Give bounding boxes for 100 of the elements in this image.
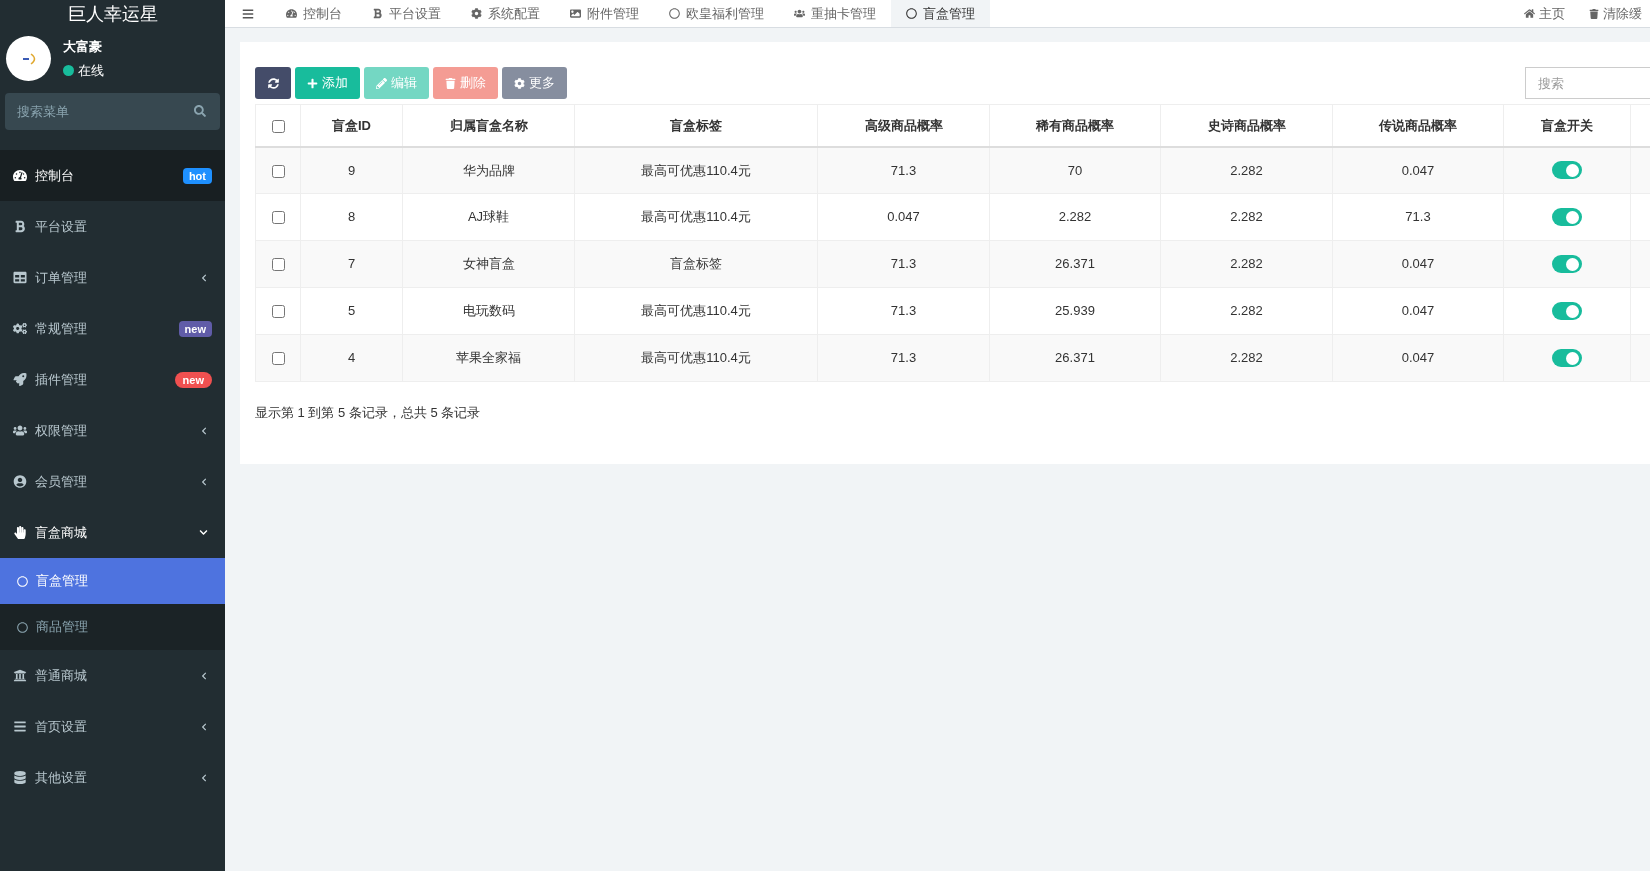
table-cell: 2.282 <box>1160 146 1333 194</box>
image-icon <box>570 8 581 19</box>
pencil-icon <box>376 77 387 89</box>
nav-tab[interactable]: 控制台 <box>271 0 357 27</box>
nav-tab[interactable]: 平台设置 <box>357 0 456 27</box>
badge: new <box>178 320 212 337</box>
table-cell: 0.047 <box>1332 287 1504 335</box>
nav-tab[interactable]: 盲盒管理 <box>891 0 990 27</box>
table-cell: 最高可优惠110.4元 <box>574 146 818 194</box>
hand-icon <box>13 526 27 539</box>
menu-icon <box>13 720 27 733</box>
nav-tab[interactable]: 欧皇福利管理 <box>654 0 779 27</box>
chevron-left-icon <box>200 722 208 731</box>
column-header: 高级商品概率 <box>817 104 990 147</box>
table-cell: 2.282 <box>1160 334 1333 382</box>
column-header: 盲盒开关 <box>1503 104 1631 147</box>
menu-search-field[interactable]: 搜索菜单 <box>5 93 220 130</box>
sidebar-subitem[interactable]: 盲盒管理 <box>0 558 225 604</box>
table-cell: 71.3 <box>817 334 990 382</box>
table-cell: 盲盒标签 <box>574 240 818 288</box>
row-checkbox[interactable] <box>271 258 285 272</box>
nav-tab[interactable]: 附件管理 <box>555 0 654 27</box>
table-cell: 2.282 <box>1160 193 1333 241</box>
chevron-down-icon <box>199 528 208 537</box>
chevron-left-icon <box>200 273 208 282</box>
badge: new <box>174 371 212 388</box>
refresh-button[interactable] <box>255 67 291 99</box>
table-icon <box>13 271 27 284</box>
nav-tab[interactable]: 重抽卡管理 <box>779 0 891 27</box>
table-cell: 71.3 <box>817 240 990 288</box>
avatar <box>6 36 51 81</box>
sidebar-item[interactable]: 权限管理 <box>0 405 225 456</box>
trash-icon <box>445 77 456 89</box>
table-cell: 71.3 <box>817 146 990 194</box>
dashboard-icon <box>286 8 297 19</box>
bank-icon <box>13 669 27 682</box>
sidebar-item[interactable]: 首页设置 <box>0 701 225 752</box>
table-cell: 最高可优惠110.4元 <box>574 193 818 241</box>
table-cell: 0.047 <box>1332 334 1504 382</box>
table-cell: 苹果全家福 <box>402 334 575 382</box>
table-cell: 电玩数码 <box>402 287 575 335</box>
gears-icon <box>13 322 27 335</box>
sidebar-item[interactable]: 其他设置 <box>0 752 225 803</box>
column-header: 盲盒标签 <box>574 104 818 147</box>
trash-icon <box>1589 8 1599 19</box>
logo-title: 巨人幸运星 <box>67 4 158 24</box>
chevron-left-icon <box>200 773 208 782</box>
sidebar-item[interactable]: 普通商城 <box>0 650 225 701</box>
toggle-switch[interactable] <box>1552 349 1582 367</box>
table-cell: 7 <box>300 240 403 288</box>
toggle-switch[interactable] <box>1552 302 1582 320</box>
table-cell: 26.371 <box>989 240 1161 288</box>
sidebar-item[interactable]: 控制台 hot <box>0 150 225 201</box>
search-field[interactable]: 搜索 <box>1525 67 1650 99</box>
plus-icon <box>307 77 318 89</box>
header-link[interactable]: 清除缓 <box>1589 3 1642 24</box>
refresh-icon <box>267 77 279 89</box>
row-checkbox[interactable] <box>271 164 285 178</box>
table-cell: 华为品牌 <box>402 146 575 194</box>
bold-b-icon <box>372 8 383 19</box>
gear-icon <box>514 77 525 89</box>
nav-tab[interactable]: 系统配置 <box>456 0 555 27</box>
column-header: 归属盲盒名称 <box>402 104 575 147</box>
table-cell: 2.282 <box>989 193 1161 241</box>
sidebar-item[interactable]: 插件管理 new <box>0 354 225 405</box>
column-header: 史诗商品概率 <box>1160 104 1333 147</box>
gear-icon <box>471 8 482 19</box>
bold-b-icon <box>13 220 27 233</box>
row-checkbox[interactable] <box>271 305 285 319</box>
header-link[interactable]: 主页 <box>1524 3 1565 24</box>
table-cell: 8 <box>300 193 403 241</box>
sidebar-item[interactable]: 订单管理 <box>0 252 225 303</box>
menu-icon[interactable] <box>242 7 254 20</box>
row-checkbox[interactable] <box>271 352 285 366</box>
column-header: 盲盒ID <box>300 104 403 147</box>
sidebar-item[interactable]: 会员管理 <box>0 456 225 507</box>
table-cell: 25.939 <box>989 287 1161 335</box>
pagination-info: 显示第 1 到第 5 条记录，总共 5 条记录 <box>255 405 481 420</box>
home-icon <box>1524 8 1535 19</box>
database-icon <box>13 771 27 784</box>
toggle-switch[interactable] <box>1552 208 1582 226</box>
column-header: 稀有商品概率 <box>989 104 1161 147</box>
chevron-left-icon <box>200 426 208 435</box>
table-cell: 26.371 <box>989 334 1161 382</box>
toggle-switch[interactable] <box>1552 255 1582 273</box>
more-button[interactable]: 更多 <box>502 67 567 99</box>
table-cell: 最高可优惠110.4元 <box>574 287 818 335</box>
toggle-switch[interactable] <box>1552 161 1582 180</box>
table-cell: 0.047 <box>1332 240 1504 288</box>
table-cell: 0.047 <box>1332 146 1504 194</box>
select-all-checkbox[interactable] <box>271 119 285 133</box>
sidebar-item[interactable]: 盲盒商城 <box>0 507 225 558</box>
sidebar-item[interactable]: 平台设置 <box>0 201 225 252</box>
row-checkbox[interactable] <box>271 211 285 225</box>
dashboard-icon <box>13 169 27 182</box>
users-icon <box>13 424 27 437</box>
sidebar-subitem[interactable]: 商品管理 <box>0 604 225 650</box>
table-cell: 4 <box>300 334 403 382</box>
sidebar-item[interactable]: 常规管理 new <box>0 303 225 354</box>
table-cell: 2.282 <box>1160 240 1333 288</box>
